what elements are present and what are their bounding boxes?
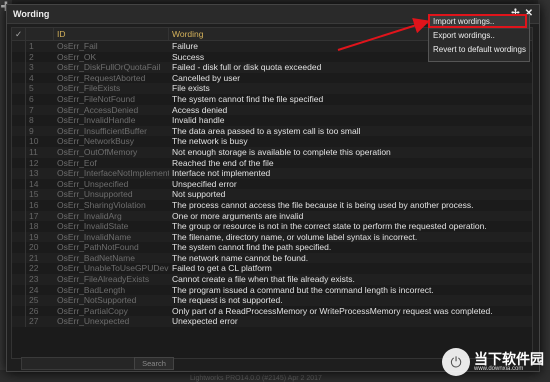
watermark: ⏻ 当下软件园 www.downxia.com xyxy=(442,348,544,376)
annotation-arrow xyxy=(337,18,430,51)
watermark-text: 当下软件园 xyxy=(474,351,544,367)
watermark-logo-icon: ⏻ xyxy=(442,348,470,376)
